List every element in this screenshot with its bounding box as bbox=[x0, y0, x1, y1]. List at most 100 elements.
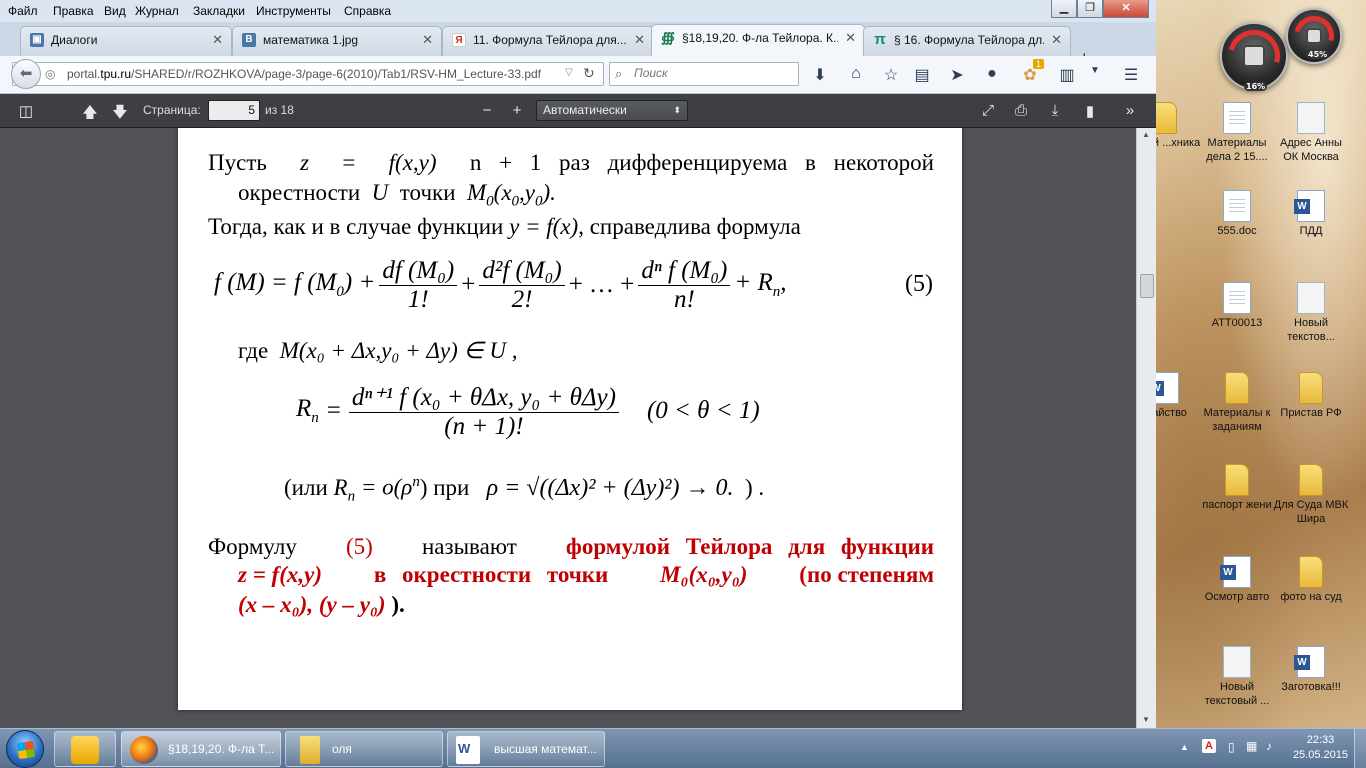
doc-line-3: Тогда, как и в случае функции y = f(x), … bbox=[208, 214, 801, 240]
tab-taylor-16[interactable]: π § 16. Формула Тейлора дл... ✕ bbox=[863, 26, 1071, 56]
start-button[interactable] bbox=[6, 730, 44, 768]
search-box[interactable]: ⌕ bbox=[609, 62, 799, 86]
desktop-icon[interactable]: Заготовка!!! bbox=[1272, 646, 1350, 694]
doc-text: ) . bbox=[745, 474, 765, 500]
home-icon[interactable]: ⌂ bbox=[845, 65, 867, 83]
show-desktop-button[interactable] bbox=[1354, 729, 1366, 768]
menu-history[interactable]: Журнал bbox=[135, 4, 179, 18]
bookmarks-list-icon[interactable]: ▤ bbox=[911, 65, 933, 85]
clock-date: 25.05.2015 bbox=[1292, 749, 1348, 761]
site-identity-icon[interactable]: ◎ bbox=[45, 67, 55, 81]
desktop-icon[interactable]: Материалы дела 2 15.... bbox=[1198, 102, 1276, 164]
memory-gauge-gadget[interactable]: 45% bbox=[1286, 8, 1342, 64]
hamburger-menu-icon[interactable]: ☰ bbox=[1120, 65, 1142, 85]
highlight-term: (по степеням bbox=[799, 562, 934, 587]
search-input[interactable] bbox=[634, 66, 794, 80]
tools-chevron-icon[interactable]: » bbox=[1120, 102, 1140, 119]
scroll-up-icon[interactable]: ▲ bbox=[1142, 130, 1150, 139]
bookmark-star-icon[interactable]: ☆ bbox=[880, 65, 902, 85]
desktop-icon[interactable]: Для Суда МВК Шира bbox=[1272, 464, 1350, 526]
toolbar-dropdown-icon[interactable]: ▼ bbox=[1084, 65, 1106, 76]
close-window-button[interactable]: ✕ bbox=[1103, 0, 1149, 18]
acrobat-tray-icon[interactable]: A bbox=[1202, 739, 1216, 753]
desktop-icon[interactable]: фото на суд bbox=[1272, 556, 1350, 604]
equation-number: (5) bbox=[905, 271, 933, 297]
doc-text: Пусть bbox=[208, 150, 267, 175]
tab-taylor-11[interactable]: Я 11. Формула Тейлора для... ✕ bbox=[442, 26, 654, 56]
desktop-icon[interactable]: АТТ00013 bbox=[1198, 282, 1276, 330]
send-icon[interactable]: ➤ bbox=[946, 65, 968, 85]
text-file-icon bbox=[1223, 646, 1251, 678]
desktop-icon[interactable]: Адрес Анны ОК Москва bbox=[1272, 102, 1350, 164]
desktop-icon[interactable]: ...айство bbox=[1156, 372, 1204, 420]
url-bar[interactable]: ⬅ ◎ portal.tpu.ru/SHARED/r/ROZHKOVA/page… bbox=[11, 59, 604, 89]
desktop-icon[interactable]: 555.doc bbox=[1198, 190, 1276, 238]
network-tray-icon[interactable]: ▦ bbox=[1246, 739, 1257, 753]
system-tray: ▲ A ▯ ▦ ♪ 22:33 25.05.2015 bbox=[1176, 729, 1366, 768]
tab-close-icon[interactable]: ✕ bbox=[634, 27, 645, 53]
vertical-scrollbar[interactable]: ▲ ▼ bbox=[1136, 128, 1156, 728]
tab-close-icon[interactable]: ✕ bbox=[1051, 27, 1062, 53]
volume-tray-icon[interactable]: ♪ bbox=[1266, 739, 1272, 753]
tab-math-image[interactable]: B математика 1.jpg ✕ bbox=[232, 26, 442, 56]
desktop-icon[interactable]: Осмотр авто bbox=[1198, 556, 1276, 604]
url-dropdown-icon[interactable]: ▽ bbox=[565, 67, 573, 78]
menu-view[interactable]: Вид bbox=[104, 4, 126, 18]
pdf-viewer[interactable]: Пусть z = f(x,y) n + 1 раз дифференцируе… bbox=[0, 128, 1136, 728]
tab-close-icon[interactable]: ✕ bbox=[845, 25, 856, 51]
addon-icon[interactable]: ✿ 1 bbox=[1019, 59, 1045, 85]
icon-label: Материалы к заданиям bbox=[1203, 407, 1271, 433]
doc-math: z bbox=[300, 150, 310, 175]
word-doc-icon bbox=[1220, 556, 1251, 588]
reload-icon[interactable]: ↻ bbox=[583, 65, 595, 82]
desktop-icon[interactable]: ПДД bbox=[1272, 190, 1350, 238]
menu-tools[interactable]: Инструменты bbox=[256, 4, 331, 18]
page-number-input[interactable]: 5 bbox=[208, 100, 260, 121]
devices-tray-icon[interactable]: ▯ bbox=[1228, 740, 1235, 754]
taskbar-word[interactable]: W высшая математ... bbox=[447, 731, 605, 767]
desktop-icon[interactable]: Пристав РФ bbox=[1272, 372, 1350, 420]
download-pdf-icon[interactable]: ⤓ bbox=[1045, 102, 1065, 119]
previous-page-icon[interactable]: 🡅 bbox=[80, 102, 100, 127]
icon-label: Пристав РФ bbox=[1280, 407, 1342, 419]
menu-file[interactable]: Файл bbox=[8, 4, 38, 18]
taskbar-firefox[interactable]: §18,19,20. Ф-ла Т... bbox=[121, 731, 281, 767]
tab-taylor-active[interactable]: ∰ §18,19,20. Ф-ла Тейлора. К... ✕ bbox=[651, 24, 865, 56]
menu-edit[interactable]: Правка bbox=[53, 4, 94, 18]
maximize-button[interactable]: ❐ bbox=[1077, 0, 1103, 18]
taskbar-folder[interactable]: оля bbox=[285, 731, 443, 767]
menu-help[interactable]: Справка bbox=[344, 4, 391, 18]
zoom-in-button[interactable]: + bbox=[507, 102, 527, 119]
downloads-icon[interactable]: ⬇ bbox=[809, 65, 831, 85]
scroll-down-icon[interactable]: ▼ bbox=[1142, 715, 1150, 724]
outlook-icon bbox=[71, 736, 99, 764]
url-text[interactable]: portal.tpu.ru/SHARED/r/ROZHKOVA/page-3/p… bbox=[67, 67, 541, 81]
word-doc-icon bbox=[1156, 372, 1179, 404]
minimize-button[interactable]: ▁ bbox=[1051, 0, 1077, 18]
next-page-icon[interactable]: 🡇 bbox=[110, 102, 130, 127]
doc-text: окрестности bbox=[238, 180, 361, 205]
tab-close-icon[interactable]: ✕ bbox=[212, 27, 223, 53]
tab-dialogs[interactable]: ▣ Диалоги ✕ bbox=[20, 26, 232, 56]
clock[interactable]: 22:33 25.05.2015 bbox=[1293, 733, 1348, 763]
zoom-select[interactable]: Автоматически ⬍ bbox=[536, 100, 688, 121]
bookmark-icon[interactable]: ▮ bbox=[1080, 102, 1100, 120]
cpu-gauge-gadget[interactable]: 16% bbox=[1218, 20, 1290, 92]
desktop-icon[interactable]: паспорт жени bbox=[1198, 464, 1276, 512]
zoom-out-button[interactable]: − bbox=[477, 102, 497, 119]
fullscreen-icon[interactable]: ⤢ bbox=[978, 102, 998, 119]
clipboard-icon[interactable]: ▥ bbox=[1056, 65, 1078, 85]
sidebar-toggle-icon[interactable]: ◫ bbox=[16, 102, 36, 120]
back-button[interactable]: ⬅ bbox=[11, 59, 41, 89]
desktop-icon[interactable]: Новый текстовый ... bbox=[1198, 646, 1276, 708]
desktop-icon[interactable]: Материалы к заданиям bbox=[1198, 372, 1276, 434]
scrollbar-thumb[interactable] bbox=[1140, 274, 1154, 298]
chat-icon[interactable]: ● bbox=[981, 65, 1003, 83]
show-hidden-icons[interactable]: ▲ bbox=[1180, 742, 1189, 752]
menu-bookmarks[interactable]: Закладки bbox=[193, 4, 245, 18]
desktop-icon[interactable]: ...ный ...хника bbox=[1156, 102, 1204, 150]
print-icon[interactable]: ⎙ bbox=[1011, 102, 1031, 119]
tab-close-icon[interactable]: ✕ bbox=[422, 27, 433, 53]
desktop-icon[interactable]: Новый текстов... bbox=[1272, 282, 1350, 344]
taskbar-outlook[interactable] bbox=[54, 731, 116, 767]
